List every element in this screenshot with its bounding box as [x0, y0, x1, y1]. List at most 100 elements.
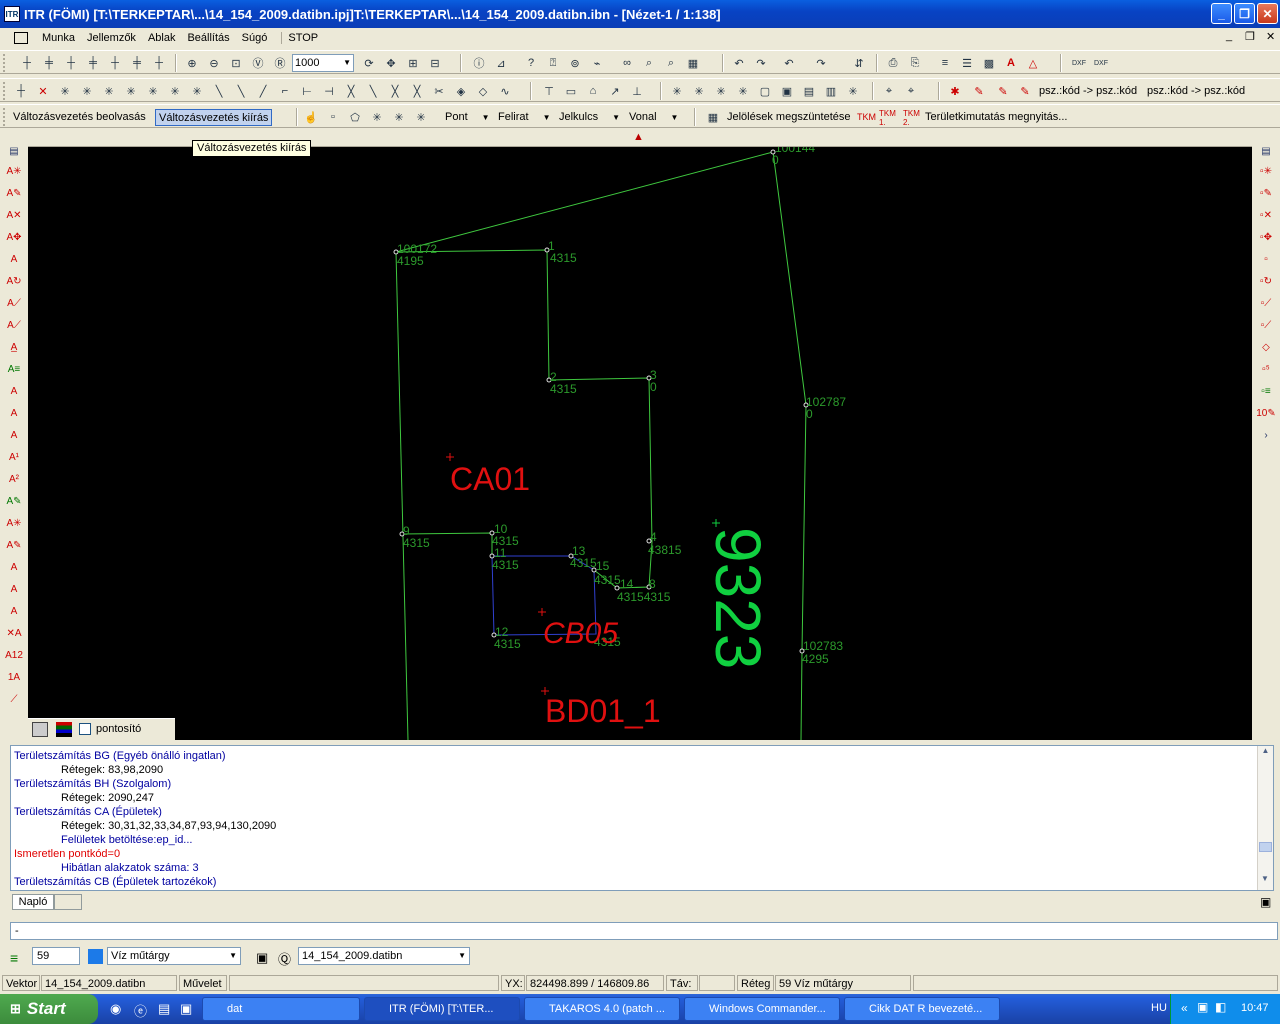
redo-icon[interactable]: ↷	[752, 54, 770, 72]
line-edit-icon[interactable]: ⊣	[320, 82, 338, 100]
query-circle-icon[interactable]: ⊚	[566, 54, 584, 72]
text-icon[interactable]: A	[5, 426, 23, 444]
layers-color-icon[interactable]	[56, 722, 72, 737]
point-move-icon[interactable]: ✳	[844, 82, 862, 100]
point-add-icon[interactable]: ▫	[324, 108, 342, 126]
menu-munka[interactable]: Munka	[36, 32, 81, 44]
symbol-point-icon[interactable]: ▫✳	[1257, 162, 1275, 180]
language-indicator[interactable]: HU	[1151, 1002, 1167, 1014]
undo-list-icon[interactable]: ↶	[780, 54, 798, 72]
task-itr[interactable]: ITR (FÖMI) [T:\TER...	[364, 997, 520, 1021]
toolbar-grip[interactable]	[3, 54, 6, 72]
symbol-delete-icon[interactable]: ▫✕	[1257, 206, 1275, 224]
symbol-align-icon[interactable]: ▫⟋	[1257, 316, 1275, 334]
line-edit-icon[interactable]: ╳	[342, 82, 360, 100]
tray-app-icon[interactable]: ◧	[1215, 1000, 1226, 1014]
symbol-rotate-icon[interactable]: ▫↻	[1257, 272, 1275, 290]
symbol-icon[interactable]: ◇	[1257, 338, 1275, 356]
pontosito-checkbox[interactable]	[79, 723, 91, 735]
jelkulcs-dropdown[interactable]: Jelkulcs ▼	[556, 109, 623, 126]
point-xyz-icon[interactable]: ✳	[78, 82, 96, 100]
file-select[interactable]: 14_154_2009.datibn ▼	[298, 947, 470, 965]
panel-icon[interactable]: ▤	[1257, 142, 1275, 160]
maximize-button[interactable]: ❐	[1234, 3, 1255, 24]
text-number-icon[interactable]: A12	[5, 646, 23, 664]
text-edit-icon[interactable]: A✎	[5, 184, 23, 202]
zoom-icon[interactable]: Ⓠ	[278, 949, 291, 968]
text-icon[interactable]: A	[5, 250, 23, 268]
color-palette-icon[interactable]: ▩	[980, 54, 998, 72]
line-tool-icon[interactable]: ⟋	[5, 690, 23, 708]
chevron-down-icon[interactable]: ▼	[458, 948, 466, 964]
text-number-icon[interactable]: 1A	[5, 668, 23, 686]
table-icon[interactable]: ▦	[684, 54, 702, 72]
crosshair-icon[interactable]: ╪	[84, 54, 102, 72]
text-edit-icon[interactable]: A✎	[5, 536, 23, 554]
zoom-out-icon[interactable]: ⊖	[205, 54, 223, 72]
scroll-down-icon[interactable]: ▼	[1258, 874, 1272, 890]
symbol-number-icon[interactable]: 10✎	[1256, 404, 1276, 422]
code-edit-icon[interactable]: ✎	[970, 82, 988, 100]
area-report-button[interactable]: Területkimutatás megnyitás...	[922, 109, 1070, 126]
redraw-icon[interactable]: ⟳	[360, 54, 378, 72]
menu-stop[interactable]: STOP	[281, 32, 324, 44]
query-line-icon[interactable]: ⌁	[588, 54, 606, 72]
find-icon[interactable]: ⌕	[640, 54, 658, 72]
text-style-icon[interactable]: A	[1002, 54, 1020, 72]
line-draw-icon[interactable]: ╱	[254, 82, 272, 100]
save-icon[interactable]: ▣	[1260, 895, 1271, 909]
tkm-1-button[interactable]: TKM 1.	[876, 109, 900, 127]
print-preview-icon[interactable]: ⎘	[906, 54, 924, 72]
pan-icon[interactable]: ✥	[382, 54, 400, 72]
line-edit-icon[interactable]: ╲	[364, 82, 382, 100]
naplo-tab[interactable]: Napló	[12, 894, 54, 910]
zoom-all-icon[interactable]: Ⓥ	[249, 54, 267, 72]
shape-add-icon[interactable]: ⬠	[346, 108, 364, 126]
doc-restore-icon[interactable]: ❐	[1245, 30, 1255, 43]
rectangle-icon[interactable]: ▭	[562, 82, 580, 100]
query-icon[interactable]: ?	[522, 54, 540, 72]
point-icon[interactable]: ✳	[100, 82, 118, 100]
point-select-icon[interactable]: ✳	[734, 82, 752, 100]
ruler-icon[interactable]: ⊥	[628, 82, 646, 100]
save-icon[interactable]: ▣	[256, 950, 268, 966]
crosshair-icon[interactable]: ┼	[62, 54, 80, 72]
text-icon[interactable]: A	[5, 602, 23, 620]
quicklaunch-icon[interactable]: ◉	[110, 1001, 121, 1017]
text-move-icon[interactable]: A✥	[5, 228, 23, 246]
zoom-previous-icon[interactable]: ⊞	[404, 54, 422, 72]
tray-app-icon[interactable]: ▣	[1197, 1000, 1208, 1014]
line-cut-icon[interactable]: ╳	[386, 82, 404, 100]
desktop-icon[interactable]: ▤	[158, 1001, 170, 1017]
crosshair-icon[interactable]: ┼	[18, 54, 36, 72]
itr-app-icon[interactable]: ITR	[4, 6, 20, 22]
line-cut-icon[interactable]: ╳	[408, 82, 426, 100]
empty-tab[interactable]	[54, 894, 82, 910]
line-draw-icon[interactable]: ╲	[210, 82, 228, 100]
text-point-icon[interactable]: A✳	[5, 162, 23, 180]
close-button[interactable]: ✕	[1257, 3, 1278, 24]
task-dat[interactable]: dat	[202, 997, 360, 1021]
point-icon[interactable]: ✳	[166, 82, 184, 100]
text-icon[interactable]: A	[5, 558, 23, 576]
toolbar-grip[interactable]	[3, 82, 6, 100]
point-select-icon[interactable]: ✳	[668, 82, 686, 100]
info-icon[interactable]: ⓘ	[470, 54, 488, 72]
scroll-right-icon[interactable]: ›	[1257, 426, 1275, 444]
text-number-icon[interactable]: A✎	[5, 492, 23, 510]
point-add-icon[interactable]: ✳	[368, 108, 386, 126]
felirat-dropdown[interactable]: Felirat ▼	[495, 109, 553, 126]
task-takaros[interactable]: TAKAROS 4.0 (patch ...	[524, 997, 680, 1021]
symbol-layer-icon[interactable]: ▫≡	[1257, 382, 1275, 400]
text-number-icon[interactable]: A²	[5, 470, 23, 488]
text-number-icon[interactable]: A¹	[5, 448, 23, 466]
code-edit-icon[interactable]: ✱	[946, 82, 964, 100]
measure-icon[interactable]: ⊿	[492, 54, 510, 72]
change-import-button[interactable]: Változásvezetés beolvasás	[10, 109, 149, 126]
house-icon[interactable]: ⌂	[584, 82, 602, 100]
scroll-up-icon[interactable]: ▲	[1258, 746, 1273, 762]
crosshair-icon[interactable]: ┼	[106, 54, 124, 72]
toolbar-grip[interactable]	[3, 108, 6, 126]
menu-beallitas[interactable]: Beállítás	[181, 32, 235, 44]
start-button[interactable]: ⊞ Start	[0, 994, 98, 1024]
